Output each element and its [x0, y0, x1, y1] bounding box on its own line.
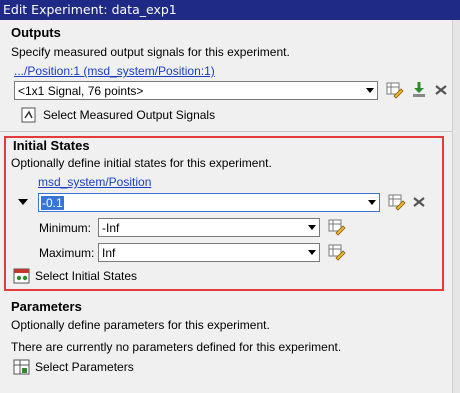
- parameters-description: Optionally define parameters for this ex…: [11, 318, 270, 332]
- parameters-title: Parameters: [11, 299, 82, 314]
- select-parameters-icon: [13, 359, 30, 375]
- delete-icon[interactable]: [432, 81, 450, 99]
- minimum-label: Minimum:: [39, 221, 92, 235]
- outputs-title: Outputs: [11, 25, 61, 40]
- initial-states-title: Initial States: [13, 138, 90, 153]
- chevron-down-icon: [308, 225, 316, 230]
- maximum-combo[interactable]: Inf: [98, 243, 320, 262]
- edit-icon[interactable]: [386, 81, 404, 99]
- section-divider: [0, 131, 452, 132]
- window-title: Edit Experiment: data_exp1: [0, 0, 460, 20]
- initial-state-value-text: -0.1: [41, 196, 64, 210]
- outputs-combo-value: <1x1 Signal, 76 points>: [18, 84, 144, 98]
- expand-arrow-icon[interactable]: [16, 195, 30, 209]
- chevron-down-icon: [308, 250, 316, 255]
- outputs-signal-combo[interactable]: <1x1 Signal, 76 points>: [14, 81, 378, 100]
- maximum-value: Inf: [102, 246, 116, 260]
- initial-state-value-combo[interactable]: -0.1: [38, 193, 380, 212]
- select-measured-output-signals-label: Select Measured Output Signals: [43, 108, 216, 122]
- edit-icon[interactable]: [388, 193, 406, 211]
- chevron-down-icon: [366, 88, 374, 93]
- select-states-icon: [13, 268, 30, 284]
- outputs-description: Specify measured output signals for this…: [11, 45, 290, 59]
- chevron-down-icon: [368, 200, 376, 205]
- vertical-scrollbar[interactable]: [452, 20, 460, 393]
- edit-icon[interactable]: [328, 218, 346, 236]
- outputs-signal-link[interactable]: .../Position:1 (msd_system/Position:1): [14, 64, 215, 78]
- minimum-combo[interactable]: -Inf: [98, 218, 320, 237]
- minimum-value: -Inf: [102, 221, 120, 235]
- import-icon[interactable]: [410, 81, 428, 99]
- parameters-empty-message: There are currently no parameters define…: [11, 340, 342, 354]
- delete-icon[interactable]: [410, 193, 428, 211]
- select-initial-states-label: Select Initial States: [35, 269, 138, 283]
- maximum-label: Maximum:: [39, 246, 95, 260]
- edit-icon[interactable]: [328, 243, 346, 261]
- initial-states-description: Optionally define initial states for thi…: [11, 156, 272, 170]
- initial-state-link[interactable]: msd_system/Position: [38, 175, 151, 189]
- initial-state-value[interactable]: -0.1: [41, 196, 64, 210]
- select-signals-icon: [21, 107, 36, 123]
- select-parameters-label: Select Parameters: [35, 360, 134, 374]
